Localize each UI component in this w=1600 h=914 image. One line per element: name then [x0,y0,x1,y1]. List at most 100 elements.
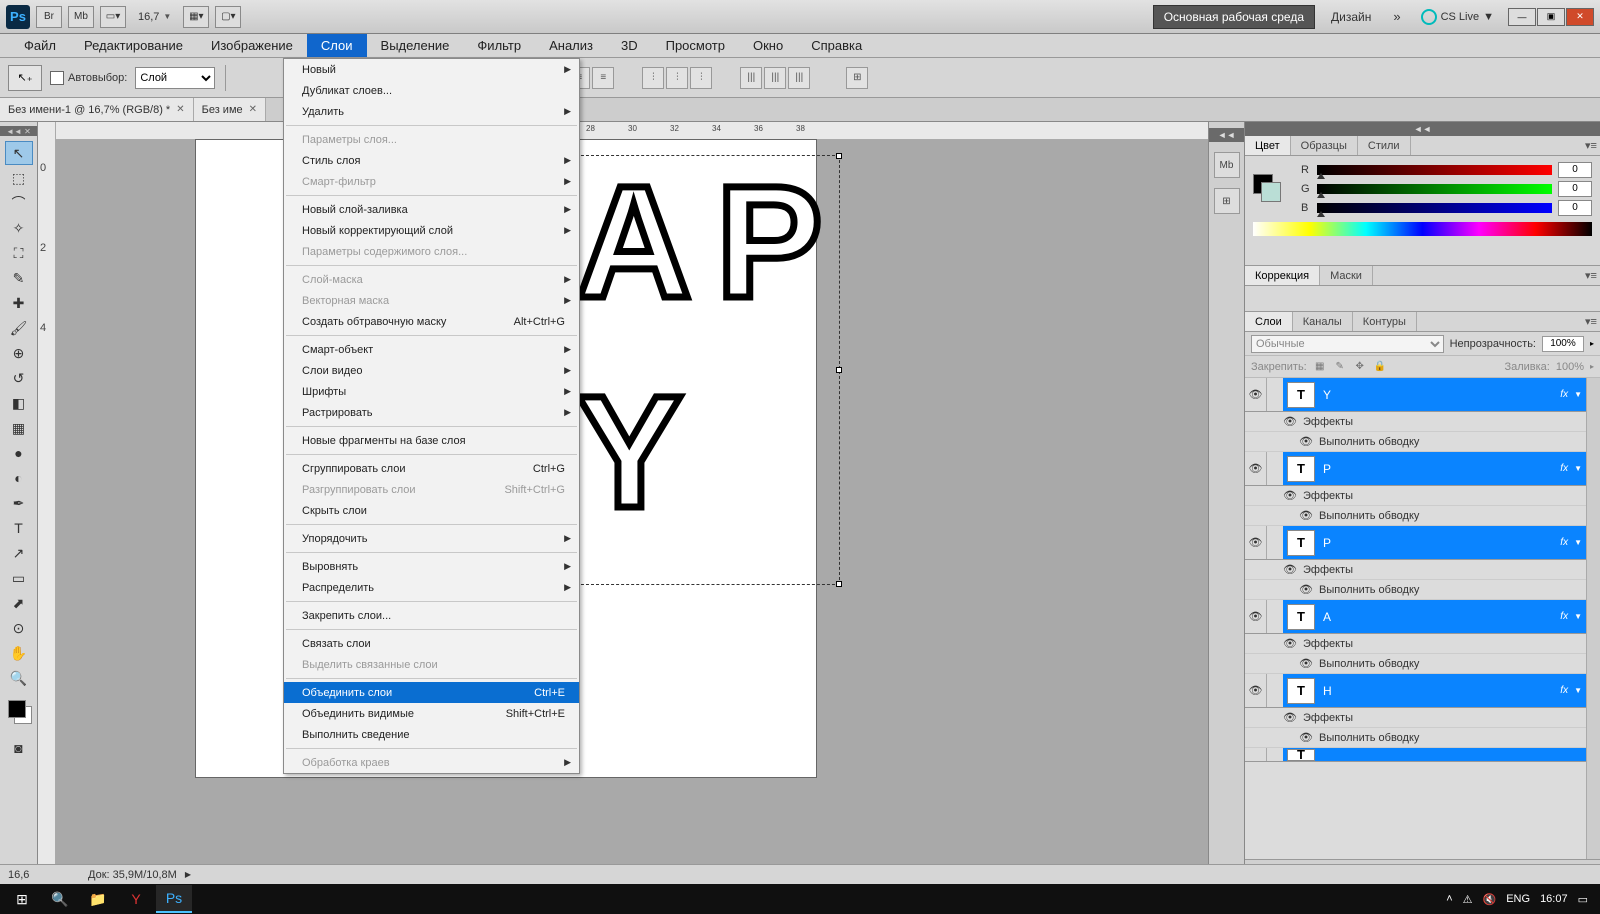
panel-menu-icon[interactable]: ▾≡ [1582,136,1600,155]
lock-all-icon[interactable]: 🔒 [1373,360,1387,374]
visibility-icon[interactable]: 👁 [1283,711,1297,724]
fx-effects-row[interactable]: 👁Эффекты [1245,412,1586,432]
panel-tab-Образцы[interactable]: Образцы [1291,136,1358,155]
fx-stroke-row[interactable]: 👁Выполнить обводку [1245,580,1586,600]
fx-indicator[interactable]: fx [1560,611,1568,622]
start-button[interactable]: ⊞ [4,885,40,913]
menu-item[interactable]: Создать обтравочную маскуAlt+Ctrl+G [284,311,579,332]
status-zoom[interactable]: 16,6 [0,869,58,881]
visibility-icon[interactable]: 👁 [1299,583,1313,596]
layer-name[interactable]: P [1323,462,1560,476]
visibility-icon[interactable]: 👁 [1245,674,1267,707]
layer-row[interactable]: T [1245,748,1586,762]
doc-tab[interactable]: Без имени-1 @ 16,7% (RGB/8) *✕ [0,98,194,121]
menu-item[interactable]: Скрыть слои [284,500,579,521]
layer-thumbnail[interactable]: T [1287,530,1315,556]
visibility-icon[interactable]: 👁 [1283,563,1297,576]
panel-menu-icon[interactable]: ▾≡ [1582,312,1600,331]
tray-network-icon[interactable]: ⚠ [1463,893,1473,906]
fx-stroke-row[interactable]: 👁Выполнить обводку [1245,432,1586,452]
yandex-taskbar-icon[interactable]: Y [118,885,154,913]
pen-tool[interactable]: ✒ [5,491,33,515]
tray-volume-icon[interactable]: 🔇 [1483,893,1497,906]
fx-dropdown-icon[interactable]: ▼ [1574,538,1582,547]
dodge-tool[interactable]: ◐ [5,466,33,490]
fx-effects-row[interactable]: 👁Эффекты [1245,708,1586,728]
menu-Изображение[interactable]: Изображение [197,34,307,57]
autoselect-target[interactable]: Слой [135,67,215,89]
autoselect-checkbox[interactable]: Автовыбор: [50,71,127,85]
distribute-icon[interactable]: ||| [740,67,762,89]
current-tool-indicator[interactable]: ↖₊ [8,65,42,91]
fx-dropdown-icon[interactable]: ▼ [1574,390,1582,399]
menu-item[interactable]: Объединить видимыеShift+Ctrl+E [284,703,579,724]
menu-Анализ[interactable]: Анализ [535,34,607,57]
fx-dropdown-icon[interactable]: ▼ [1574,686,1582,695]
panel-tab-Каналы[interactable]: Каналы [1293,312,1353,331]
color-swatch-selector[interactable] [1253,174,1273,194]
search-button[interactable]: 🔍 [42,885,78,913]
visibility-icon[interactable]: 👁 [1283,637,1297,650]
workspace-design[interactable]: Дизайн [1321,6,1381,28]
panels-collapse[interactable]: ◄◄ [1245,122,1600,136]
dock-collapse[interactable]: ◄◄ [1209,128,1244,142]
layers-scrollbar[interactable] [1586,378,1600,859]
layer-row[interactable]: 👁 TYfx ▼ [1245,378,1586,412]
layer-name[interactable]: P [1323,536,1560,550]
layer-thumbnail[interactable]: T [1287,382,1315,408]
b-slider[interactable] [1317,203,1552,213]
menu-Справка[interactable]: Справка [797,34,876,57]
visibility-icon[interactable]: 👁 [1245,452,1267,485]
quickmask-tool[interactable]: ◙ [5,736,33,760]
layer-name[interactable]: Y [1323,388,1560,402]
fx-effects-row[interactable]: 👁Эффекты [1245,560,1586,580]
toolbox-collapse[interactable]: ◄◄ ✕ [0,126,37,136]
lock-move-icon[interactable]: ✥ [1353,360,1367,374]
menu-item[interactable]: Стиль слоя▶ [284,150,579,171]
explorer-taskbar-icon[interactable]: 📁 [80,885,116,913]
r-value[interactable]: 0 [1558,162,1592,178]
extras-btn[interactable]: ▢▾ [215,6,241,28]
blend-mode-select[interactable]: Обычные [1251,335,1444,353]
arrange-btn[interactable]: ▦▾ [183,6,209,28]
tray-time[interactable]: 16:07 [1540,893,1568,905]
stamp-tool[interactable]: ⊕ [5,341,33,365]
fx-dropdown-icon[interactable]: ▼ [1574,612,1582,621]
fx-indicator[interactable]: fx [1560,389,1568,400]
doc-tab[interactable]: Без име✕ [194,98,266,121]
auto-align-icon[interactable]: ⊞ [846,67,868,89]
fx-effects-row[interactable]: 👁Эффекты [1245,486,1586,506]
tray-notifications-icon[interactable]: ▭ [1578,893,1588,906]
fx-indicator[interactable]: fx [1560,463,1568,474]
menu-item[interactable]: Шрифты▶ [284,381,579,402]
menu-item[interactable]: Выровнять▶ [284,556,579,577]
menu-item[interactable]: Удалить▶ [284,101,579,122]
healing-tool[interactable]: ✚ [5,291,33,315]
close-btn[interactable]: ✕ [1566,8,1594,26]
tray-lang[interactable]: ENG [1506,893,1530,905]
visibility-icon[interactable]: 👁 [1245,526,1267,559]
minibridge-dock-icon[interactable]: Mb [1214,152,1240,178]
distribute-icon[interactable]: ||| [788,67,810,89]
fx-stroke-row[interactable]: 👁Выполнить обводку [1245,728,1586,748]
b-value[interactable]: 0 [1558,200,1592,216]
menu-item[interactable]: Новые фрагменты на базе слоя [284,430,579,451]
fx-indicator[interactable]: fx [1560,537,1568,548]
panel-tab-Контуры[interactable]: Контуры [1353,312,1417,331]
menu-item[interactable]: Новый корректирующий слой▶ [284,220,579,241]
layer-thumbnail[interactable]: T [1287,456,1315,482]
menu-Выделение[interactable]: Выделение [367,34,464,57]
color-swatches[interactable] [5,697,33,725]
lasso-tool[interactable]: ⌒ [5,191,33,215]
type-tool[interactable]: T [5,516,33,540]
wand-tool[interactable]: ✧ [5,216,33,240]
layer-name[interactable]: A [1323,610,1560,624]
menu-item[interactable]: Новый▶ [284,59,579,80]
menu-Просмотр[interactable]: Просмотр [652,34,739,57]
visibility-icon[interactable]: 👁 [1245,378,1267,411]
visibility-icon[interactable]: 👁 [1283,489,1297,502]
history-brush-tool[interactable]: ↺ [5,366,33,390]
fx-stroke-row[interactable]: 👁Выполнить обводку [1245,654,1586,674]
eyedropper-tool[interactable]: ✎ [5,266,33,290]
layer-row[interactable]: 👁 TPfx ▼ [1245,526,1586,560]
